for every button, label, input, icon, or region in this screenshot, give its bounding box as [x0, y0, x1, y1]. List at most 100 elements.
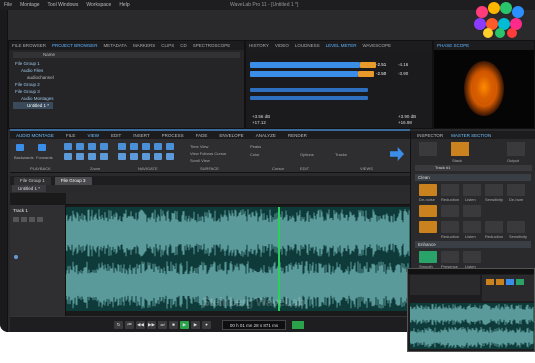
tab-clips[interactable]: CLIPS	[161, 43, 174, 48]
navigate-icon[interactable]	[154, 153, 162, 160]
tracks-label[interactable]: Tracks	[335, 152, 347, 157]
plugin-slot[interactable]	[419, 221, 437, 233]
tab-metadata[interactable]: METADATA	[103, 43, 127, 48]
plugin-slot[interactable]	[419, 184, 437, 196]
navigate-icon[interactable]	[118, 153, 126, 160]
plugin-slot[interactable]	[463, 184, 481, 196]
tab-history[interactable]: HISTORY	[249, 43, 269, 48]
output-button[interactable]	[507, 142, 525, 156]
stop-button[interactable]: ■	[169, 321, 178, 329]
tab-file-browser[interactable]: FILE BROWSER	[12, 43, 46, 48]
record-button[interactable]: ●	[202, 321, 211, 329]
plugin-slot[interactable]	[441, 205, 459, 217]
tab-wavescope[interactable]: WAVESCOPE	[362, 43, 391, 48]
tree-item-selected[interactable]: Untitled 1 *	[13, 102, 53, 109]
navigate-icon[interactable]	[166, 143, 174, 150]
follow-cursor-label[interactable]: View Follows Cursor	[190, 151, 226, 156]
view-icon[interactable]	[100, 153, 108, 160]
play-button[interactable]: ▶	[180, 321, 189, 329]
ribbon-tab-edit[interactable]: EDIT	[111, 133, 121, 138]
ribbon-tab-process[interactable]: PROCESS	[162, 133, 184, 138]
track-select[interactable]: Track #1	[415, 165, 532, 171]
tree-item[interactable]: audiochannel	[13, 74, 240, 81]
zoom-fit-icon[interactable]	[100, 143, 108, 150]
plugin-slot[interactable]	[441, 221, 459, 233]
view-icon[interactable]	[64, 153, 72, 160]
tab-video[interactable]: VIDEO	[275, 43, 289, 48]
ribbon-tab-file[interactable]: FILE	[66, 133, 76, 138]
menu-help[interactable]: Help	[119, 2, 129, 8]
plugin-slot[interactable]	[441, 251, 459, 263]
track-name[interactable]: Track 1	[13, 208, 28, 213]
zoom-icon[interactable]	[64, 143, 72, 150]
menu-workspace[interactable]: Workspace	[86, 2, 111, 8]
plugin-slot[interactable]	[485, 221, 503, 233]
ribbon-tab-analyze[interactable]: ANALYZE	[256, 133, 276, 138]
view-icon[interactable]	[88, 153, 96, 160]
enhance-section-header[interactable]: Enhance	[415, 241, 531, 248]
input-button[interactable]	[419, 142, 437, 156]
tab-level-meter[interactable]: LEVEL METER	[326, 43, 357, 48]
menu-file[interactable]: File	[4, 2, 12, 8]
go-start-button[interactable]: ⏮	[125, 321, 134, 329]
go-end-button[interactable]: ⏭	[158, 321, 167, 329]
tree-item[interactable]: Audio Files	[13, 67, 240, 74]
scroll-view-label[interactable]: Scroll View	[190, 158, 210, 163]
plugin-slot[interactable]	[419, 205, 437, 217]
time-ruler[interactable]	[66, 193, 410, 205]
file-tab[interactable]: File Group 1	[14, 176, 51, 185]
forward-button[interactable]: ▶▶	[147, 321, 156, 329]
tree-item[interactable]: File Group 1	[13, 60, 240, 67]
color-label[interactable]: Color	[250, 152, 260, 157]
options-label[interactable]: Options	[300, 152, 314, 157]
backwards-icon[interactable]	[16, 144, 24, 151]
rewind-button[interactable]: ◀◀	[136, 321, 145, 329]
plugin-slot[interactable]	[463, 221, 481, 233]
navigate-icon[interactable]	[142, 143, 150, 150]
zoom-in-icon[interactable]	[76, 143, 84, 150]
ribbon-tab-insert[interactable]: INSERT	[133, 133, 149, 138]
navigate-icon[interactable]	[130, 153, 138, 160]
navigate-icon[interactable]	[130, 143, 138, 150]
file-tab-active[interactable]: File Group 3	[54, 176, 92, 185]
plugin-slot[interactable]	[485, 184, 503, 196]
montage-document-tab[interactable]: Untitled 1 *	[12, 185, 47, 192]
tree-item[interactable]: File Group 2	[13, 81, 240, 88]
stack-button[interactable]	[451, 142, 469, 156]
tab-inspector[interactable]: INSPECTOR	[417, 133, 443, 138]
solo-button[interactable]	[21, 217, 27, 222]
navigate-icon[interactable]	[154, 143, 162, 150]
zoom-out-icon[interactable]	[88, 143, 96, 150]
view-icon[interactable]	[76, 153, 84, 160]
plugin-slot[interactable]	[419, 251, 437, 263]
ribbon-tab-render[interactable]: RENDER	[288, 133, 307, 138]
clean-section-header[interactable]: Clean	[415, 174, 531, 181]
tab-master-section[interactable]: MASTER SECTION	[451, 133, 491, 138]
mute-button[interactable]	[13, 217, 19, 222]
monitor-button[interactable]	[292, 321, 304, 329]
navigate-icon[interactable]	[118, 143, 126, 150]
tree-item[interactable]: File Group 3	[13, 88, 240, 95]
loop-button[interactable]: ↻	[114, 321, 123, 329]
forwards-icon[interactable]	[38, 144, 46, 151]
tab-project-browser[interactable]: PROJECT BROWSER	[52, 43, 97, 48]
plugin-slot[interactable]	[463, 205, 481, 217]
play-cursor-button[interactable]: ▶	[191, 321, 200, 329]
navigate-icon[interactable]	[142, 153, 150, 160]
peaks-label[interactable]: Peaks	[250, 144, 261, 149]
plugin-slot[interactable]	[441, 184, 459, 196]
ribbon-tab-view[interactable]: VIEW	[87, 133, 99, 138]
ribbon-tab-envelope[interactable]: ENVELOPE	[219, 133, 243, 138]
fx-button[interactable]	[37, 217, 43, 222]
tab-markers[interactable]: MARKERS	[133, 43, 155, 48]
tree-item[interactable]: Audio Montages	[13, 95, 240, 102]
plugin-slot[interactable]	[463, 251, 481, 263]
tab-cd[interactable]: CD	[180, 43, 187, 48]
lock-button[interactable]	[29, 217, 35, 222]
menu-montage[interactable]: Montage	[20, 2, 39, 8]
ribbon-tab-fade[interactable]: FADE	[196, 133, 208, 138]
tab-loudness[interactable]: LOUDNESS	[295, 43, 320, 48]
arrow-right-icon[interactable]	[390, 147, 404, 161]
plugin-slot[interactable]	[507, 221, 525, 233]
plugin-slot[interactable]	[507, 184, 525, 196]
